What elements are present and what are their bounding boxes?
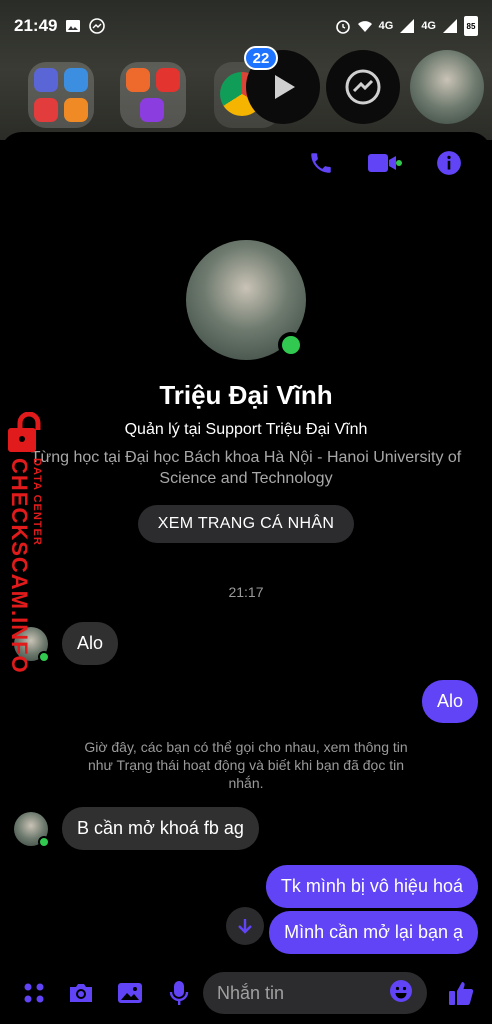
message-row-outgoing: Alo [421,680,478,723]
message-bubble-outgoing[interactable]: Alo [421,680,478,723]
message-row-outgoing: Mình cần mở lại bạn ạ [269,911,478,954]
arrow-down-icon [238,919,252,934]
video-call-button[interactable] [368,152,402,174]
message-input[interactable] [217,982,377,1004]
phone-icon [311,153,331,173]
gallery-button[interactable] [117,980,143,1006]
app-folder-2[interactable] [120,62,186,128]
camera-icon [70,984,92,1002]
signal-icon-2 [443,19,457,33]
profile-work: Quản lý tại Support Triệu Đại Vĩnh [124,421,368,438]
checkscam-watermark: DATA CENTER CHECKSCAM.INFO [2,412,62,674]
scroll-to-bottom-button[interactable] [226,907,264,945]
wifi-icon [357,21,372,32]
message-bubble-outgoing[interactable]: Tk mình bị vô hiệu hoá [265,865,478,908]
profile-education: Từng học tại Đại học Bách khoa Hà Nội - … [30,449,462,487]
more-actions-button[interactable] [21,980,47,1006]
message-composer [0,968,492,1018]
image-icon [118,983,142,1003]
video-icon [368,154,402,172]
status-time: 21:49 [14,16,58,35]
thumbs-up-icon [449,982,474,1005]
gallery-icon [66,20,81,32]
messenger-icon [345,69,381,105]
message-bubble-incoming[interactable]: B cần mở khoá fb ag [62,807,259,850]
signal-icon [400,19,415,33]
sender-avatar[interactable] [14,811,50,848]
microphone-icon [169,981,189,1005]
conversation-notice: Giờ đây, các bạn có thể gọi cho nhau, xe… [84,739,408,791]
watermark-title: CHECKSCAM.INFO [7,458,32,674]
messenger-chat-head[interactable] [326,50,400,124]
notification-count-badge: 22 [244,46,278,70]
like-button[interactable] [448,980,474,1006]
voice-message-button[interactable] [166,980,192,1006]
message-bubble-outgoing[interactable]: Mình cần mở lại bạn ạ [269,911,478,954]
info-icon [437,151,461,175]
view-profile-button[interactable]: XEM TRANG CÁ NHÂN [137,505,355,543]
message-bubble-incoming[interactable]: Alo [62,622,119,665]
chat-header-actions [308,150,462,176]
watermark-subtitle: DATA CENTER [31,458,43,546]
network-type-1: 4G [378,20,394,32]
home-app-row [0,50,492,132]
camera-button[interactable] [68,980,94,1006]
online-status-dot [278,332,304,358]
emoji-icon [390,979,412,1002]
message-timestamp: 21:17 [228,584,264,600]
alarm-icon [335,20,350,34]
conversation-info-button[interactable] [436,150,462,176]
app-folder-1[interactable] [28,62,94,128]
message-input-wrapper [203,972,427,1014]
voice-call-button[interactable] [308,150,334,176]
padlock-icon [8,412,41,452]
message-row-outgoing: Tk mình bị vô hiệu hoá [265,865,478,908]
emoji-button[interactable] [389,979,413,1008]
messenger-notification-icon [89,18,106,34]
profile-header: Triệu Đại Vĩnh Quản lý tại Support Triệu… [0,240,492,543]
play-icon [275,75,295,99]
network-type-2: 4G [421,20,436,32]
online-status-dot [38,835,50,848]
status-bar: 21:49 4G 4G 85 [0,0,492,52]
profile-avatar[interactable] [186,240,306,360]
four-dots-icon [24,983,44,1003]
battery-icon: 85 [464,16,478,36]
contact-chat-head[interactable] [410,50,484,124]
profile-name: Triệu Đại Vĩnh [159,380,333,410]
message-row-incoming: B cần mở khoá fb ag [14,807,259,850]
